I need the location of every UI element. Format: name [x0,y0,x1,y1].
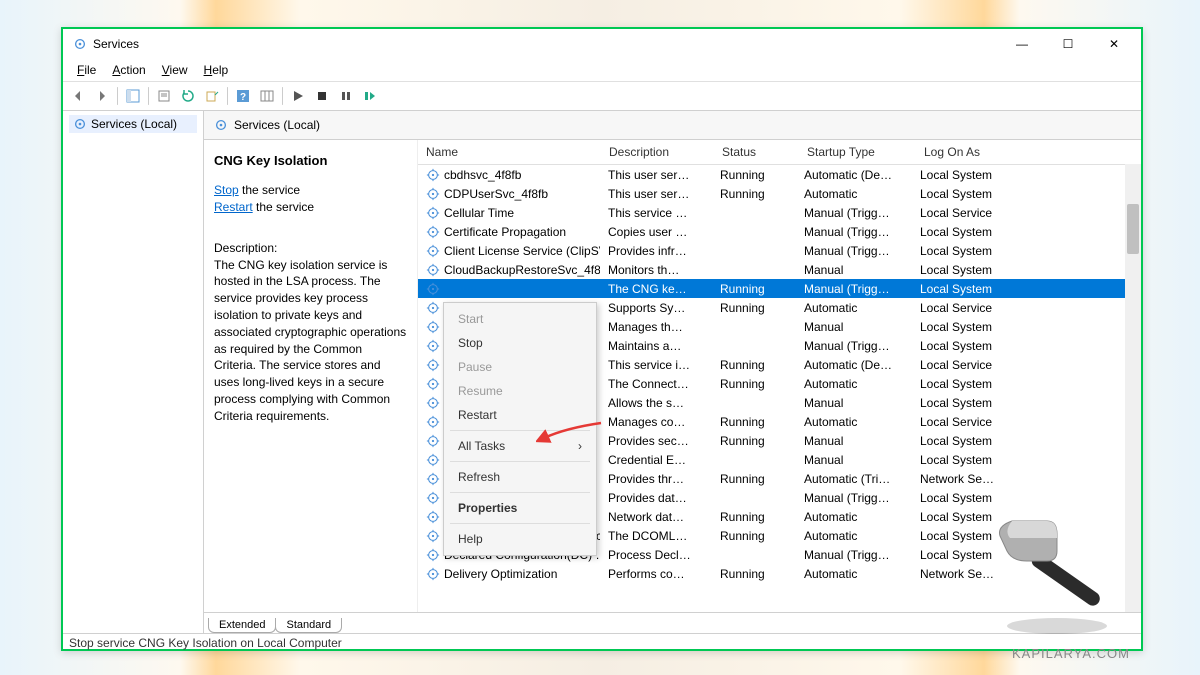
ctx-help[interactable]: Help [446,527,594,551]
selected-service-name: CNG Key Isolation [214,152,407,170]
gear-icon [426,510,440,524]
menubar: File Action View Help [63,59,1141,82]
gear-icon [426,529,440,543]
export-button[interactable] [201,85,223,107]
pause-service-button[interactable] [335,85,357,107]
back-button[interactable] [67,85,89,107]
menu-file[interactable]: File [69,61,104,79]
table-row[interactable]: Cellular TimeThis service …Manual (Trigg… [418,203,1141,222]
help-button[interactable]: ? [232,85,254,107]
services-icon [73,37,87,51]
maximize-button[interactable]: ☐ [1045,29,1091,59]
scrollbar[interactable] [1125,164,1141,612]
show-hide-button[interactable] [122,85,144,107]
menu-action[interactable]: Action [104,61,153,79]
table-row[interactable]: Client License Service (ClipSV…Provides … [418,241,1141,260]
table-row[interactable]: cbdhsvc_4f8fbThis user ser…RunningAutoma… [418,165,1141,184]
context-menu: Start Stop Pause Resume Restart All Task… [443,302,597,556]
description-label: Description: [214,240,407,257]
gear-icon [426,453,440,467]
table-row[interactable]: Certificate PropagationCopies user …Manu… [418,222,1141,241]
table-row[interactable]: Delivery OptimizationPerforms co…Running… [418,564,1141,583]
console-tree: Services (Local) [63,111,204,633]
ctx-resume: Resume [446,379,594,403]
toolbar: ? [63,82,1141,111]
restart-service-button[interactable] [359,85,381,107]
gear-icon [426,206,440,220]
restart-link[interactable]: Restart [214,200,253,214]
watermark-text: KAPILARYA.COM [1012,646,1130,661]
gear-icon [426,491,440,505]
col-description[interactable]: Description [601,145,714,159]
svg-text:?: ? [240,92,246,103]
gear-icon [426,339,440,353]
ctx-stop[interactable]: Stop [446,331,594,355]
titlebar[interactable]: Services — ☐ ✕ [63,29,1141,59]
gear-icon [426,548,440,562]
description-text: The CNG key isolation service is hosted … [214,257,407,425]
tree-node-label: Services (Local) [91,117,177,131]
start-service-button[interactable] [287,85,309,107]
gear-icon [426,320,440,334]
statusbar: Stop service CNG Key Isolation on Local … [63,633,1141,652]
detail-panel: CNG Key Isolation Stop the service Resta… [204,140,418,612]
ctx-properties[interactable]: Properties [446,496,594,520]
minimize-button[interactable]: — [999,29,1045,59]
gear-icon [426,358,440,372]
view-tabs: Extended Standard [204,612,1141,633]
table-row[interactable]: CloudBackupRestoreSvc_4f8…Monitors th…Ma… [418,260,1141,279]
window-controls: — ☐ ✕ [999,29,1137,59]
gear-icon [426,396,440,410]
stop-link[interactable]: Stop [214,183,239,197]
tree-node-services-local[interactable]: Services (Local) [69,115,197,133]
col-name[interactable]: Name [418,145,601,159]
col-startup[interactable]: Startup Type [799,145,916,159]
gear-icon [426,377,440,391]
ctx-all-tasks[interactable]: All Tasks› [446,434,594,458]
gear-icon [426,434,440,448]
ctx-refresh[interactable]: Refresh [446,465,594,489]
window-title: Services [93,37,999,51]
stop-service-button[interactable] [311,85,333,107]
menu-view[interactable]: View [154,61,196,79]
gear-icon [426,225,440,239]
gear-icon [426,415,440,429]
gear-icon [426,168,440,182]
forward-button[interactable] [91,85,113,107]
col-logon[interactable]: Log On As [916,145,1029,159]
pane-header: Services (Local) [204,111,1141,140]
ctx-pause: Pause [446,355,594,379]
col-status[interactable]: Status [714,145,799,159]
refresh-button[interactable] [177,85,199,107]
scrollbar-thumb[interactable] [1127,204,1139,254]
gear-icon [426,472,440,486]
list-header[interactable]: Name Description Status Startup Type Log… [418,140,1141,165]
tab-extended[interactable]: Extended [208,618,276,633]
pane-header-label: Services (Local) [234,118,320,132]
menu-help[interactable]: Help [196,61,237,79]
statusbar-text: Stop service CNG Key Isolation on Local … [69,636,342,650]
services-window: Services — ☐ ✕ File Action View Help ? [61,27,1143,651]
ctx-start: Start [446,307,594,331]
close-button[interactable]: ✕ [1091,29,1137,59]
gear-icon [426,301,440,315]
chevron-right-icon: › [578,439,582,453]
ctx-restart[interactable]: Restart [446,403,594,427]
gear-icon [426,282,440,296]
gear-icon [426,244,440,258]
gear-icon [426,263,440,277]
table-row[interactable]: The CNG ke…RunningManual (Trigg…Local Sy… [418,279,1141,298]
gear-icon [426,567,440,581]
tab-standard[interactable]: Standard [275,618,342,633]
table-row[interactable]: CDPUserSvc_4f8fbThis user ser…RunningAut… [418,184,1141,203]
columns-button[interactable] [256,85,278,107]
properties-button[interactable] [153,85,175,107]
gear-icon [426,187,440,201]
